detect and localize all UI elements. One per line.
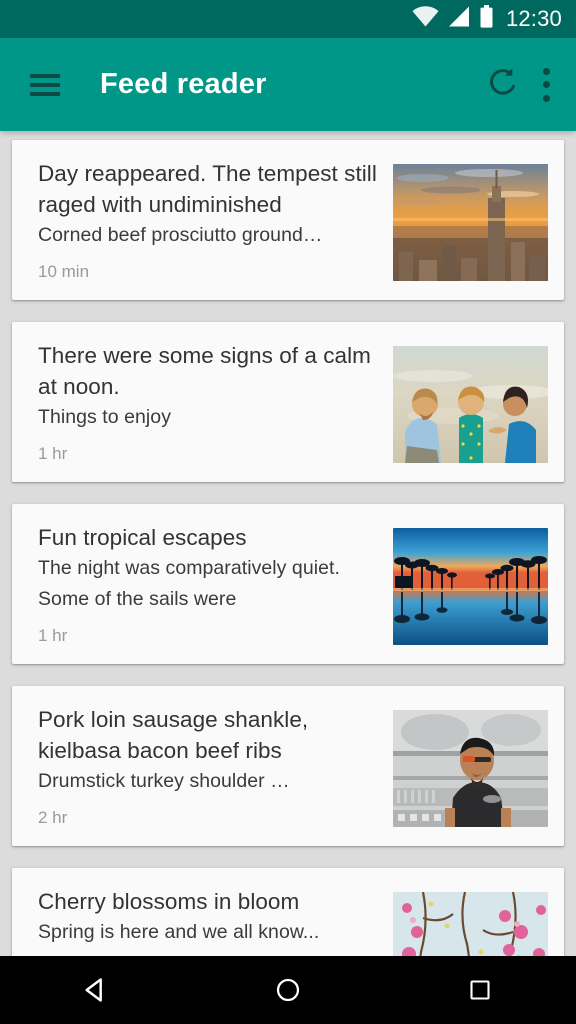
man-in-kitchen-thumbnail [393, 710, 548, 827]
cellular-signal-icon [448, 6, 470, 32]
list-item-text: Cherry blossoms in bloom Spring is here … [38, 886, 393, 956]
list-item-title: Day reappeared. The tempest still raged … [38, 161, 377, 217]
app-bar-actions [486, 65, 576, 104]
tropical-palm-lagoon-thumbnail [393, 528, 548, 645]
home-button[interactable] [243, 956, 333, 1024]
list-item-timestamp: 1 hr [38, 626, 68, 645]
page-title: Feed reader [100, 68, 267, 100]
list-item[interactable]: Fun tropical escapes The night was compa… [12, 504, 564, 664]
feed-list[interactable]: Day reappeared. The tempest still raged … [0, 131, 576, 956]
list-item-description: Things to enjoy [38, 406, 171, 428]
battery-icon [479, 5, 494, 33]
recents-button[interactable] [435, 956, 525, 1024]
list-item-timestamp: 10 min [38, 262, 90, 281]
hamburger-menu-icon[interactable] [30, 73, 60, 96]
status-bar-clock: 12:30 [505, 6, 562, 31]
android-screen: 12:30 Feed reader Day reappeared. The te… [0, 0, 576, 1024]
list-item-description: Corned beef prosciutto ground… [38, 224, 323, 246]
refresh-icon[interactable] [486, 65, 520, 104]
list-item-timestamp: 1 hr [38, 444, 68, 463]
status-bar: 12:30 [0, 0, 576, 38]
list-item[interactable]: Day reappeared. The tempest still raged … [12, 140, 564, 300]
back-button[interactable] [51, 956, 141, 1024]
list-item[interactable]: Pork loin sausage shankle, kielbasa baco… [12, 686, 564, 846]
more-options-icon[interactable] [542, 67, 550, 102]
android-navigation-bar [0, 956, 576, 1024]
list-item-title: Pork loin sausage shankle, kielbasa baco… [38, 707, 309, 763]
list-item-description: Drumstick turkey shoulder … [38, 770, 290, 792]
wifi-icon [412, 6, 439, 32]
list-item-description: The night was comparatively quiet. Some … [38, 557, 340, 610]
cherry-blossom-thumbnail [393, 892, 548, 956]
list-item-text: There were some signs of a calm at noon.… [38, 340, 393, 466]
list-item-description: Spring is here and we all know... [38, 921, 320, 943]
list-item[interactable]: There were some signs of a calm at noon.… [12, 322, 564, 482]
list-item-timestamp: 2 hr [38, 808, 68, 827]
list-item-title: There were some signs of a calm at noon. [38, 343, 371, 399]
family-on-beach-thumbnail [393, 346, 548, 463]
list-item-text: Pork loin sausage shankle, kielbasa baco… [38, 704, 393, 830]
city-skyline-sunset-thumbnail [393, 164, 548, 281]
list-item-title: Cherry blossoms in bloom [38, 889, 300, 914]
list-item-text: Fun tropical escapes The night was compa… [38, 522, 393, 648]
app-bar: Feed reader [0, 38, 576, 131]
list-item-title: Fun tropical escapes [38, 525, 247, 550]
list-item[interactable]: Cherry blossoms in bloom Spring is here … [12, 868, 564, 956]
list-item-text: Day reappeared. The tempest still raged … [38, 158, 393, 284]
